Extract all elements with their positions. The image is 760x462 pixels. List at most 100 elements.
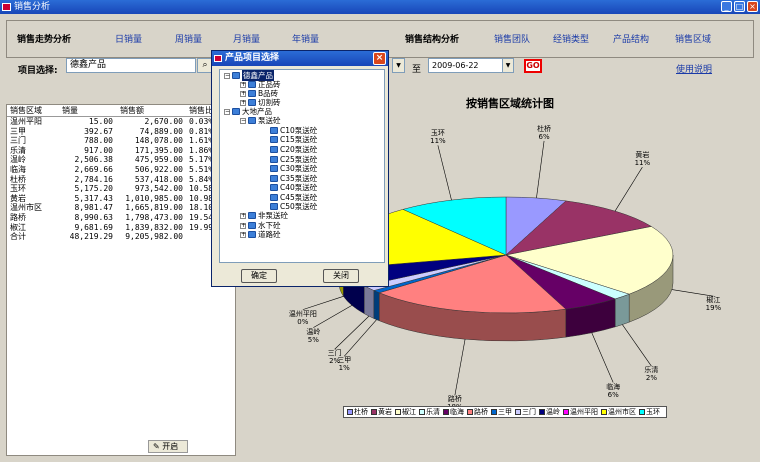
legend-label: 温岭 bbox=[546, 408, 560, 416]
pie-label-name: 三门 bbox=[327, 349, 342, 358]
folder-icon bbox=[270, 127, 278, 134]
pie-slice-side bbox=[614, 293, 630, 328]
tree-node[interactable]: C20泵送砼 bbox=[270, 145, 317, 154]
folder-icon bbox=[270, 203, 278, 210]
legend-label: 玉环 bbox=[646, 408, 660, 416]
legend-item: 温岭 bbox=[539, 407, 560, 417]
pie-data-label: 椒江 19% bbox=[693, 296, 733, 312]
pie-label-name: 临海 bbox=[606, 382, 621, 391]
collapse-icon[interactable]: − bbox=[240, 117, 246, 124]
legend-item: 三门 bbox=[515, 407, 536, 417]
legend-label: 三甲 bbox=[498, 408, 512, 416]
legend-swatch bbox=[395, 409, 401, 415]
pie-label-percent: 2% bbox=[645, 374, 657, 383]
legend-item: 椒江 bbox=[395, 407, 416, 417]
legend-label: 黄岩 bbox=[378, 408, 392, 416]
tree-node-label: 泵送砼 bbox=[258, 116, 281, 125]
folder-icon bbox=[248, 231, 256, 238]
leader-line bbox=[591, 332, 614, 383]
pie-data-label: 杜桥 6% bbox=[524, 125, 564, 141]
pie-label-percent: 11% bbox=[634, 159, 651, 168]
dialog-icon bbox=[214, 55, 222, 62]
tree-node[interactable]: C30泵送砼 bbox=[270, 164, 317, 173]
legend-label: 温州平阳 bbox=[570, 408, 598, 416]
pie-label-percent: 0% bbox=[297, 317, 309, 326]
tree-node[interactable]: + 道路砼 bbox=[240, 230, 281, 239]
pie-label-name: 路桥 bbox=[447, 395, 462, 404]
expand-icon[interactable]: + bbox=[240, 99, 246, 106]
legend-item: 路桥 bbox=[467, 407, 488, 417]
expand-icon[interactable]: + bbox=[240, 90, 246, 97]
legend-label: 临海 bbox=[450, 408, 464, 416]
pie-label-percent: 1% bbox=[338, 364, 350, 373]
pie-data-label: 温岭 5% bbox=[293, 328, 333, 344]
folder-icon bbox=[248, 99, 256, 106]
legend-item: 乐清 bbox=[419, 407, 440, 417]
close-dialog-button[interactable]: 关闭 bbox=[323, 269, 359, 283]
pie-label-percent: 5% bbox=[307, 335, 319, 344]
tree-node-label: 道路砼 bbox=[258, 230, 281, 239]
legend-swatch bbox=[419, 409, 425, 415]
expand-icon[interactable]: + bbox=[240, 212, 246, 219]
pie-label-name: 杜桥 bbox=[537, 124, 552, 133]
folder-icon bbox=[270, 156, 278, 163]
legend-swatch bbox=[491, 409, 497, 415]
folder-icon bbox=[270, 165, 278, 172]
folder-icon bbox=[232, 108, 240, 115]
legend-swatch bbox=[639, 409, 645, 415]
collapse-icon[interactable]: − bbox=[224, 72, 230, 79]
leader-line bbox=[454, 339, 466, 396]
pie-label-name: 温州平阳 bbox=[288, 309, 317, 318]
legend-item: 黄岩 bbox=[371, 407, 392, 417]
pie-slice-side bbox=[373, 290, 380, 322]
legend-label: 路桥 bbox=[474, 408, 488, 416]
folder-icon bbox=[248, 212, 256, 219]
pie-data-label: 温州平阳 0% bbox=[283, 310, 323, 326]
ok-button[interactable]: 确定 bbox=[241, 269, 277, 283]
folder-icon bbox=[248, 90, 256, 97]
folder-icon bbox=[270, 194, 278, 201]
collapse-icon[interactable]: − bbox=[224, 108, 230, 115]
pie-slice-side bbox=[364, 285, 375, 319]
expand-icon[interactable]: + bbox=[240, 231, 246, 238]
pie-label-name: 乐清 bbox=[644, 366, 659, 375]
legend-swatch bbox=[515, 409, 521, 415]
leader-line bbox=[302, 296, 344, 310]
folder-icon bbox=[232, 72, 240, 79]
legend-swatch bbox=[347, 409, 353, 415]
folder-icon bbox=[270, 175, 278, 182]
pie-label-name: 玉环 bbox=[430, 129, 445, 138]
chart-legend: 杜桥 黄岩 椒江 乐清 临海 路桥 三甲 三门 温岭 温州平阳 温州市区 玉环 bbox=[343, 406, 667, 418]
legend-item: 玉环 bbox=[639, 407, 660, 417]
legend-label: 三门 bbox=[522, 408, 536, 416]
pie-label-name: 黄岩 bbox=[635, 151, 650, 160]
tree-node[interactable]: + 非泵送砼 bbox=[240, 211, 288, 220]
pie-label-percent: 11% bbox=[430, 137, 446, 146]
legend-swatch bbox=[601, 409, 607, 415]
tree-node[interactable]: C15泵送砼 bbox=[270, 135, 317, 144]
dialog-title-bar: 产品项目选择 × bbox=[212, 51, 388, 66]
pie-data-label: 临海 6% bbox=[593, 383, 633, 399]
pie-label-percent: 6% bbox=[607, 390, 619, 399]
leader-line bbox=[334, 315, 370, 350]
legend-swatch bbox=[371, 409, 377, 415]
folder-icon bbox=[270, 184, 278, 191]
tree-node[interactable]: − 泵送砼 bbox=[240, 116, 281, 125]
pie-data-label: 乐清 2% bbox=[631, 366, 671, 382]
legend-swatch bbox=[467, 409, 473, 415]
dialog-close-icon[interactable]: × bbox=[373, 52, 386, 65]
legend-label: 椒江 bbox=[402, 408, 416, 416]
legend-label: 温州市区 bbox=[608, 408, 636, 416]
tree-node[interactable]: C40泵送砼 bbox=[270, 183, 317, 192]
pie-label-percent: 6% bbox=[538, 132, 550, 141]
legend-item: 温州平阳 bbox=[563, 407, 598, 417]
legend-swatch bbox=[563, 409, 569, 415]
expand-icon[interactable]: + bbox=[240, 81, 246, 88]
pie-data-label: 玉环 11% bbox=[418, 129, 458, 145]
expand-icon[interactable]: + bbox=[240, 222, 246, 229]
folder-icon bbox=[248, 222, 256, 229]
legend-swatch bbox=[539, 409, 545, 415]
legend-item: 杜桥 bbox=[347, 407, 368, 417]
pie-data-label: 黄岩 11% bbox=[622, 151, 662, 167]
leader-line bbox=[536, 140, 545, 199]
